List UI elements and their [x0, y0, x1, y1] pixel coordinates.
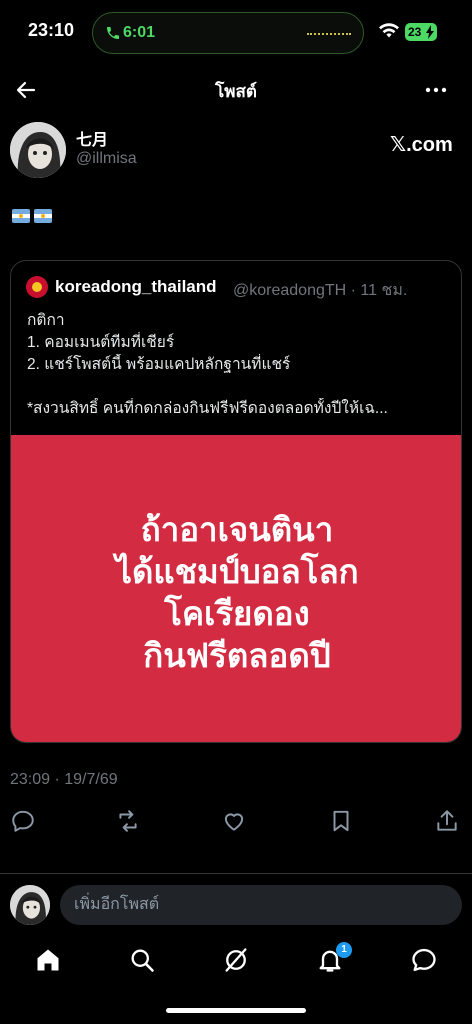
author-handle[interactable]: @illmisa	[76, 150, 137, 168]
reply-input[interactable]: เพิ่มอีกโพสต์	[60, 885, 462, 925]
search-icon[interactable]	[128, 946, 156, 974]
share-icon[interactable]	[434, 808, 460, 834]
argentina-flag-icon	[12, 209, 30, 223]
quoted-author-meta: @koreadongTH · 11 ชม.	[233, 282, 408, 299]
battery-indicator: 23	[405, 23, 437, 41]
repost-icon[interactable]	[115, 808, 141, 834]
charging-bolt-icon	[426, 25, 434, 39]
post-body	[12, 209, 52, 223]
image-text-line: ถ้าอาเจนตินา	[140, 510, 334, 548]
more-options-icon[interactable]	[424, 78, 448, 102]
image-text-line: ได้แชมป์บอลโลก	[115, 552, 359, 590]
bookmark-icon[interactable]	[328, 808, 354, 834]
image-text-line: กินฟรีตลอดปี	[143, 636, 331, 674]
author-avatar[interactable]	[10, 122, 66, 178]
audio-waveform-icon	[307, 33, 351, 35]
quoted-author-name: koreadong_thailand	[55, 277, 217, 296]
reply-icon[interactable]	[10, 808, 36, 834]
argentina-flag-icon	[34, 209, 52, 223]
quoted-post-text: กติกา 1. คอมเมนต์ทีมที่เชียร์ 2. แชร์โพส…	[27, 310, 451, 420]
quoted-post-card[interactable]: koreadong_thailand @koreadongTH · 11 ชม.…	[10, 260, 462, 743]
call-indicator-pill[interactable]: 6:01	[92, 12, 364, 54]
quoted-line: 2. แชร์โพสต์นี้ พร้อมแคปหลักฐานที่แชร์	[27, 356, 291, 373]
grok-icon[interactable]	[222, 946, 250, 974]
notification-badge: 1	[336, 942, 352, 958]
current-user-avatar	[10, 885, 50, 925]
image-text-line: โคเรียดอง	[164, 594, 310, 632]
divider	[0, 873, 472, 874]
post-timestamp: 23:09 · 19/7/69	[10, 771, 118, 788]
messages-icon[interactable]	[410, 946, 438, 974]
page-title: โพสต์	[215, 82, 257, 101]
status-time: 23:10	[28, 20, 75, 40]
source-label: 𝕏.com	[390, 134, 453, 156]
wifi-icon	[379, 23, 399, 38]
home-icon[interactable]	[34, 946, 62, 974]
phone-icon	[107, 27, 119, 39]
avatar-portrait-icon	[10, 885, 50, 925]
author-name[interactable]: 七月	[76, 126, 108, 150]
home-indicator	[166, 1008, 306, 1013]
bottom-tab-bar	[0, 944, 472, 984]
quoted-line: *สงวนสิทธิ์ คนที่กดกล่องกินฟรีฟรีดองตลอด…	[27, 400, 388, 417]
quoted-line: 1. คอมเมนต์ทีมที่เชียร์	[27, 334, 175, 351]
like-heart-icon[interactable]	[221, 808, 247, 834]
quoted-author-avatar	[26, 276, 48, 298]
status-bar: 23:10 6:01 23	[0, 0, 472, 64]
quoted-post-image[interactable]: ถ้าอาเจนตินา ได้แชมป์บอลโลก โคเรียดอง กิ…	[11, 435, 461, 742]
quoted-line-spacer	[27, 376, 451, 398]
call-duration: 6:01	[123, 24, 156, 41]
avatar-portrait-icon	[10, 122, 66, 178]
quoted-line: กติกา	[27, 312, 65, 329]
post-actions	[0, 808, 472, 836]
battery-level: 23	[408, 25, 422, 39]
page-header: โพสต์	[0, 70, 472, 110]
